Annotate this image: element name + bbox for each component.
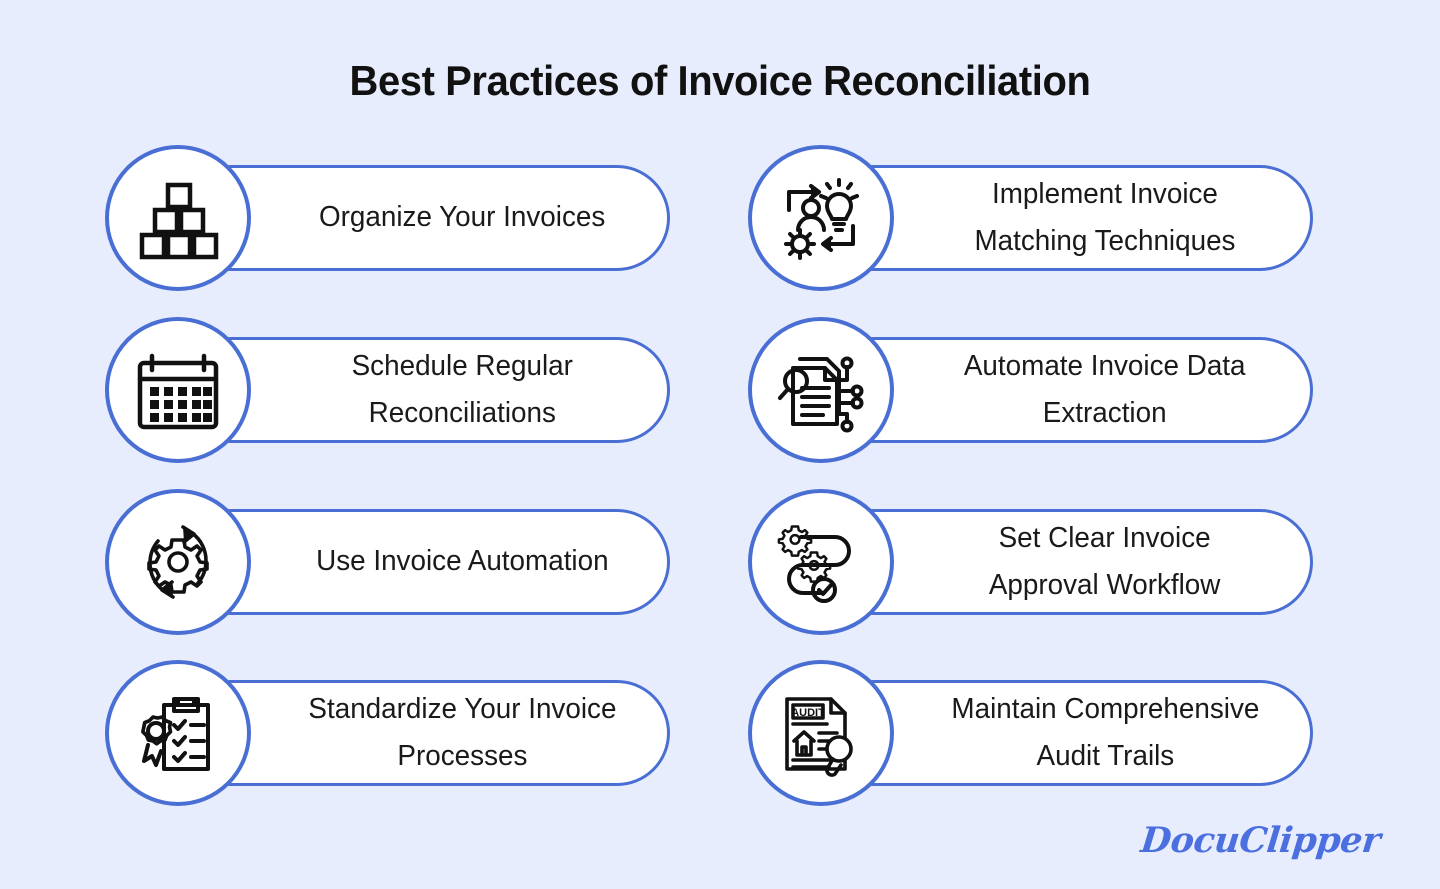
practice-item-1[interactable]: Organize Your Invoices <box>105 145 670 291</box>
practice-pill-2[interactable]: Implement Invoice Matching Techniques <box>821 165 1313 271</box>
practice-badge-2 <box>748 145 894 291</box>
svg-text:AUDIT: AUDIT <box>791 707 825 719</box>
practice-badge-7 <box>105 660 251 806</box>
clipboard-checklist-award-icon <box>134 689 222 777</box>
workflow-gears-check-icon <box>777 518 865 606</box>
practice-badge-1 <box>105 145 251 291</box>
practice-label-3: Schedule Regular Reconciliations <box>351 350 573 429</box>
practice-pill-3[interactable]: Schedule Regular Reconciliations <box>178 337 670 443</box>
gear-refresh-icon <box>134 518 222 606</box>
practice-label-4: Automate Invoice Data Extraction <box>964 350 1246 429</box>
document-magnifier-circuit-icon <box>777 346 865 434</box>
practice-pill-7[interactable]: Standardize Your Invoice Processes <box>178 680 670 786</box>
practice-pill-5[interactable]: Use Invoice Automation <box>178 509 670 615</box>
practice-label-8: Maintain Comprehensive Audit Trails <box>951 693 1259 772</box>
audit-document-magnifier-icon: AUDIT <box>777 689 865 777</box>
practice-pill-6[interactable]: Set Clear Invoice Approval Workflow <box>821 509 1313 615</box>
practice-item-8[interactable]: Maintain Comprehensive Audit Trails AUDI… <box>748 660 1313 806</box>
practice-label-6: Set Clear Invoice Approval Workflow <box>989 522 1221 601</box>
practice-label-1: Organize Your Invoices <box>318 201 606 234</box>
practice-label-7: Standardize Your Invoice Processes <box>307 693 617 772</box>
practice-item-5[interactable]: Use Invoice Automation <box>105 489 670 635</box>
docuclipper-logo: DocuClipper <box>1138 820 1383 861</box>
person-lightbulb-gear-icon <box>777 174 865 262</box>
infographic-canvas: Best Practices of Invoice Reconciliation… <box>0 0 1440 889</box>
practice-item-4[interactable]: Automate Invoice Data Extraction <box>748 317 1313 463</box>
practice-pill-4[interactable]: Automate Invoice Data Extraction <box>821 337 1313 443</box>
practice-item-7[interactable]: Standardize Your Invoice Processes <box>105 660 670 806</box>
practice-badge-6 <box>748 489 894 635</box>
practice-badge-4 <box>748 317 894 463</box>
practice-item-2[interactable]: Implement Invoice Matching Techniques <box>748 145 1313 291</box>
stacked-boxes-icon <box>135 175 221 261</box>
practice-item-3[interactable]: Schedule Regular Reconciliations <box>105 317 670 463</box>
practice-label-5: Use Invoice Automation <box>315 545 609 578</box>
practice-badge-5 <box>105 489 251 635</box>
practice-pill-8[interactable]: Maintain Comprehensive Audit Trails <box>821 680 1313 786</box>
calendar-icon <box>134 346 222 434</box>
practice-item-6[interactable]: Set Clear Invoice Approval Workflow <box>748 489 1313 635</box>
practice-badge-3 <box>105 317 251 463</box>
page-title: Best Practices of Invoice Reconciliation <box>349 57 1091 104</box>
practice-badge-8: AUDIT <box>748 660 894 806</box>
practice-label-2: Implement Invoice Matching Techniques <box>974 178 1236 257</box>
practice-pill-1[interactable]: Organize Your Invoices <box>178 165 670 271</box>
